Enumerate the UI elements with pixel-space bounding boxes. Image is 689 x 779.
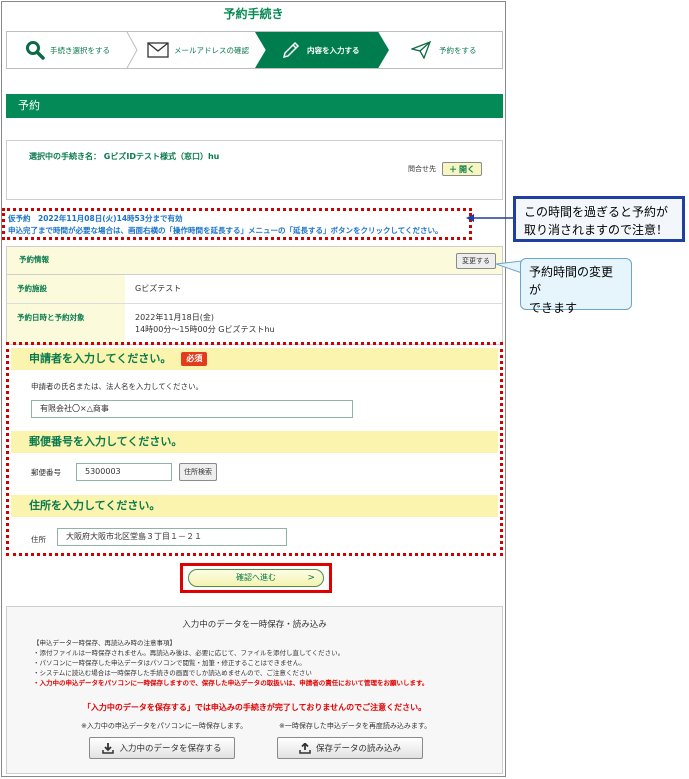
save-panel-title: 入力中のデータを一時保存・読み込み bbox=[182, 620, 327, 630]
row-value: Gビズテスト bbox=[135, 284, 182, 293]
load-note: ※一時保存した申込データを再度読み込みます。 bbox=[279, 722, 432, 730]
postal-heading: 郵便番号を入力してください。 bbox=[11, 431, 498, 453]
open-label: 開く bbox=[459, 164, 475, 174]
step-reserve: 予約をする bbox=[411, 32, 477, 68]
step-label: 手続き選択をする bbox=[50, 45, 110, 55]
row-value: 2022年11月18日(金) 14時00分～15時00分 Gビズテストhu bbox=[135, 313, 275, 334]
chevron-right-icon: > bbox=[307, 573, 315, 583]
postal-code-input[interactable]: 5300003 bbox=[76, 463, 172, 481]
applicant-heading: 申請者を入力してください。 必須 bbox=[11, 348, 498, 370]
save-data-button[interactable]: 入力中のデータを保存する bbox=[89, 737, 235, 759]
postal-label: 郵便番号 bbox=[31, 468, 61, 477]
row-key: 予約日時と予約対象 bbox=[7, 304, 125, 344]
page-title: 予約手続き bbox=[223, 7, 284, 21]
notice-line-2: 申込完了まで時間が必要な場合は、画面右横の「操作時間を延長する」メニューの「延長… bbox=[8, 226, 443, 235]
save-warning: 「入力中のデータを保存する」では申込みの手続きが完了しておりませんのでご注意くだ… bbox=[82, 703, 427, 712]
confirm-highlight: 確認へ進む > bbox=[180, 563, 332, 593]
address-search-button[interactable]: 住所検索 bbox=[179, 463, 217, 481]
callout-arrow bbox=[466, 214, 517, 222]
download-icon bbox=[102, 742, 115, 754]
inquiry-label: 問合せ先 bbox=[408, 165, 436, 173]
applicant-help: 申請者の氏名または、法人名を入力してください。 bbox=[31, 382, 204, 391]
change-reservation-button[interactable]: 変更する bbox=[456, 253, 496, 269]
inquiry: 問合せ先 ＋ 開く bbox=[408, 162, 482, 176]
procedure-box: 選択中の手続き名： GビズIDテスト様式（窓口）hu 問合せ先 ＋ 開く bbox=[6, 140, 503, 200]
step-label: メールアドレスの確認 bbox=[174, 45, 249, 55]
load-data-button[interactable]: 保存データの読み込み bbox=[277, 737, 423, 759]
change-callout: 予約時間の変更が できます bbox=[520, 258, 632, 315]
confirm-button[interactable]: 確認へ進む > bbox=[188, 569, 324, 587]
procedure-name: 選択中の手続き名： GビズIDテスト様式（窓口）hu bbox=[29, 152, 220, 161]
step-divider bbox=[126, 32, 138, 68]
step-bar: 手続き選択をする メールアドレスの確認 内容を入力する 予約をする bbox=[6, 31, 503, 69]
reservation-info-table: 予約情報 変更する 予約施設 Gビズテスト 予約日時と予約対象 2022年11月… bbox=[6, 246, 503, 345]
address-heading: 住所を入力してください。 bbox=[11, 495, 498, 517]
applicant-name-input[interactable]: 有限会社〇×△商事 bbox=[31, 400, 353, 418]
send-icon bbox=[411, 41, 431, 59]
pencil-icon bbox=[282, 41, 300, 59]
app-frame: 予約手続き 手続き選択をする メールアドレスの確認 内容を入力する 予約をする … bbox=[1, 1, 506, 777]
save-note: ※入力中の申込データをパソコンに一時保存します。 bbox=[81, 722, 248, 730]
step-enter-content: 内容を入力する bbox=[281, 32, 360, 68]
input-area: 申請者を入力してください。 必須 申請者の氏名または、法人名を入力してください。… bbox=[6, 342, 503, 556]
mail-icon bbox=[147, 42, 169, 58]
step-email-confirm: メールアドレスの確認 bbox=[147, 32, 249, 68]
save-notes: 【申込データ一時保存、再読込み時の注意事項】 ・添付ファイルは一時保存されません… bbox=[33, 639, 429, 687]
reservation-info-header: 予約情報 変更する bbox=[7, 247, 502, 275]
table-row: 予約日時と予約対象 2022年11月18日(金) 14時00分～15時00分 G… bbox=[7, 304, 502, 344]
reservation-notice: 仮予約 2022年11月08日(火)14時53分まで有効 申込完了まで時間が必要… bbox=[2, 208, 472, 240]
section-title: 予約 bbox=[6, 94, 503, 118]
step-label: 内容を入力する bbox=[307, 45, 360, 55]
plus-icon: ＋ bbox=[449, 164, 457, 174]
expiry-callout: この時間を過ぎると予約が 取り消されますので注意！ bbox=[513, 196, 685, 242]
address-label: 住所 bbox=[31, 535, 46, 544]
step-select-procedure: 手続き選択をする bbox=[25, 32, 110, 68]
reservation-info-title: 予約情報 bbox=[19, 255, 49, 264]
table-row: 予約施設 Gビズテスト bbox=[7, 275, 502, 304]
notice-line-1: 仮予約 2022年11月08日(火)14時53分まで有効 bbox=[8, 214, 183, 223]
upload-icon bbox=[299, 742, 311, 754]
address-input[interactable]: 大阪府大阪市北区堂島３丁目１－２１ bbox=[57, 528, 287, 546]
open-inquiry-button[interactable]: ＋ 開く bbox=[442, 162, 482, 176]
step-label: 予約をする bbox=[439, 45, 477, 55]
required-badge: 必須 bbox=[181, 352, 208, 366]
row-key: 予約施設 bbox=[7, 275, 125, 303]
save-load-panel: 入力中のデータを一時保存・読み込み 【申込データ一時保存、再読込み時の注意事項】… bbox=[6, 606, 503, 774]
search-icon bbox=[26, 41, 45, 60]
